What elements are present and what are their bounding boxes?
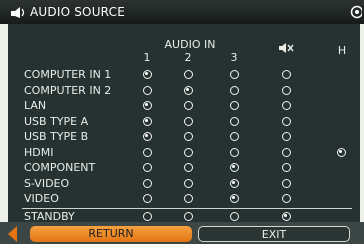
radio-hdmi-col-2[interactable] [184, 148, 193, 157]
radio-standby-col-4[interactable] [282, 212, 291, 221]
radio-hdmi-h[interactable] [337, 148, 346, 157]
row-label-s-video: S-VIDEO [24, 177, 70, 190]
radio-usb-type-a-col-3[interactable] [230, 117, 239, 126]
radio-s-video-col-4[interactable] [282, 179, 291, 188]
row-label-hdmi: HDMI [24, 146, 54, 159]
radio-computer-in-1-col-4[interactable] [282, 70, 291, 79]
radio-lan-col-2[interactable] [184, 101, 193, 110]
return-button[interactable]: RETURN [8, 226, 192, 242]
radio-lan-col-4[interactable] [282, 101, 291, 110]
radio-component-col-1[interactable] [143, 163, 152, 172]
menu-title: AUDIO SOURCE [30, 5, 125, 19]
radio-hdmi-col-3[interactable] [230, 148, 239, 157]
exit-button[interactable]: EXIT [198, 226, 350, 242]
row-label-computer-in-2: COMPUTER IN 2 [24, 84, 112, 97]
radio-hdmi-col-1[interactable] [143, 148, 152, 157]
radio-component-col-2[interactable] [184, 163, 193, 172]
row-label-usb-type-a: USB TYPE A [24, 115, 89, 128]
radio-video-col-4[interactable] [282, 194, 291, 203]
radio-lan-col-3[interactable] [230, 101, 239, 110]
row-label-computer-in-1: COMPUTER IN 1 [24, 68, 112, 81]
radio-computer-in-2-col-1[interactable] [143, 86, 152, 95]
radio-usb-type-b-col-4[interactable] [282, 132, 291, 141]
radio-usb-type-b-col-1[interactable] [143, 132, 152, 141]
audio-speaker-icon [11, 7, 25, 18]
radio-usb-type-a-col-4[interactable] [282, 117, 291, 126]
exit-button-label: EXIT [261, 228, 287, 241]
audio-source-menu: AUDIO SOURCE AUDIO IN 1 2 3 H COMPUTER I… [0, 0, 364, 244]
radio-usb-type-b-col-3[interactable] [230, 132, 239, 141]
title-bar: AUDIO SOURCE [0, 0, 364, 24]
radio-hdmi-col-4[interactable] [282, 148, 291, 157]
column-header-2: 2 [184, 51, 192, 64]
left-arrow-icon [8, 226, 17, 242]
radio-standby-col-2[interactable] [184, 212, 193, 221]
radio-computer-in-1-col-2[interactable] [184, 70, 193, 79]
radio-computer-in-2-col-4[interactable] [282, 86, 291, 95]
column-header-3: 3 [230, 51, 238, 64]
row-label-video: VIDEO [24, 192, 59, 205]
radio-standby-col-1[interactable] [143, 212, 152, 221]
radio-s-video-col-3[interactable] [230, 179, 239, 188]
radio-computer-in-2-col-2[interactable] [184, 86, 193, 95]
radio-computer-in-1-col-3[interactable] [230, 70, 239, 79]
radio-computer-in-2-col-3[interactable] [230, 86, 239, 95]
radio-component-col-3[interactable] [230, 163, 239, 172]
radio-usb-type-a-col-2[interactable] [184, 117, 193, 126]
speaker-mute-icon [279, 43, 294, 53]
radio-video-col-3[interactable] [230, 194, 239, 203]
radio-video-col-1[interactable] [143, 194, 152, 203]
return-button-label: RETURN [88, 227, 134, 240]
radio-component-col-4[interactable] [282, 163, 291, 172]
radio-lan-col-1[interactable] [143, 101, 152, 110]
radio-standby-col-3[interactable] [230, 212, 239, 221]
row-label-usb-type-b: USB TYPE B [24, 130, 89, 143]
row-label-lan: LAN [24, 99, 47, 112]
h-column-header: H [337, 44, 347, 57]
radio-s-video-col-2[interactable] [184, 179, 193, 188]
audio-in-header: AUDIO IN [164, 38, 216, 51]
radio-video-col-2[interactable] [184, 194, 193, 203]
column-header-1: 1 [143, 51, 151, 64]
radio-usb-type-b-col-2[interactable] [184, 132, 193, 141]
divider [22, 208, 352, 209]
row-label-component: COMPONENT [24, 161, 96, 174]
partial-circle-icon [350, 5, 362, 19]
radio-usb-type-a-col-1[interactable] [143, 117, 152, 126]
radio-computer-in-1-col-1[interactable] [143, 70, 152, 79]
radio-s-video-col-1[interactable] [143, 179, 152, 188]
